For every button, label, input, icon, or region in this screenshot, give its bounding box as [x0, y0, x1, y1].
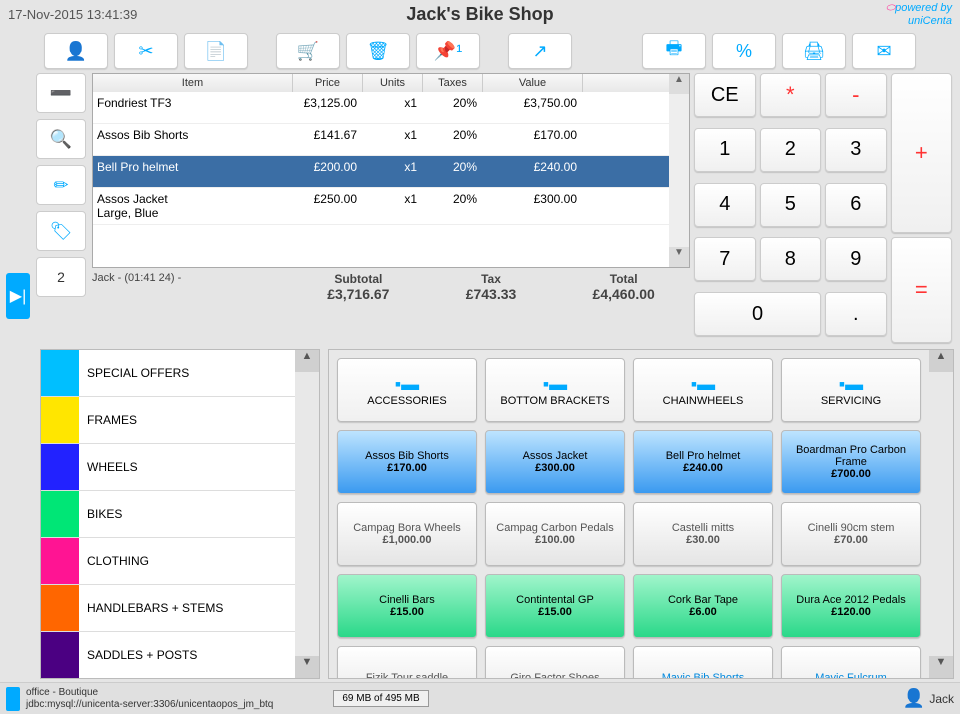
- toolbar-right-button-1[interactable]: %: [712, 33, 776, 69]
- key-6[interactable]: 6: [825, 183, 887, 227]
- toolbar-button-6[interactable]: ↗: [508, 33, 572, 69]
- key-1[interactable]: 1: [694, 128, 756, 172]
- subcategory-button[interactable]: ▪▬BOTTOM BRACKETS: [485, 358, 625, 422]
- product-button[interactable]: Giro Factor Shoes: [485, 646, 625, 678]
- tax-value: £743.33: [425, 286, 558, 302]
- username: Jack: [929, 692, 954, 706]
- key-0[interactable]: 0: [694, 292, 821, 336]
- key-3[interactable]: 3: [825, 128, 887, 172]
- product-button[interactable]: Contintental GP£15.00: [485, 574, 625, 638]
- category-item[interactable]: WHEELS: [41, 444, 295, 491]
- product-button[interactable]: Dura Ace 2012 Pedals£120.00: [781, 574, 921, 638]
- connection-string: jdbc:mysql://unicenta-server:3306/unicen…: [26, 699, 273, 711]
- side-button-3[interactable]: 🏷: [36, 211, 86, 251]
- toolbar-button-4[interactable]: 🗑: [346, 33, 410, 69]
- product-button[interactable]: Assos Bib Shorts£170.00: [337, 430, 477, 494]
- subtotal-value: £3,716.67: [292, 286, 425, 302]
- timestamp: 17-Nov-2015 13:41:39: [8, 7, 137, 22]
- product-scrollbar[interactable]: ▲ ▼: [929, 350, 953, 678]
- powered-by: ⬭powered byuniCenta: [886, 2, 952, 27]
- category-item[interactable]: BIKES: [41, 491, 295, 538]
- top-toolbar: 👤✂📄 🛒🗑📌¹ ↗ 🖶%🖨✉: [0, 29, 960, 73]
- key-ce[interactable]: CE: [694, 73, 756, 117]
- scroll-up-icon[interactable]: ▲: [295, 350, 319, 372]
- cart-row[interactable]: Bell Pro helmet£200.00x120%£240.00: [93, 156, 669, 188]
- category-item[interactable]: HANDLEBARS + STEMS: [41, 585, 295, 632]
- tax-label: Tax: [425, 272, 558, 286]
- key-2[interactable]: 2: [760, 128, 822, 172]
- side-button-4[interactable]: 2: [36, 257, 86, 297]
- toolbar-button-3[interactable]: 🛒: [276, 33, 340, 69]
- key-5[interactable]: 5: [760, 183, 822, 227]
- key-9[interactable]: 9: [825, 237, 887, 281]
- key-plus[interactable]: +: [891, 73, 953, 233]
- product-button[interactable]: Campag Bora Wheels£1,000.00: [337, 502, 477, 566]
- category-item[interactable]: CLOTHING: [41, 538, 295, 585]
- subcategory-button[interactable]: ▪▬ACCESSORIES: [337, 358, 477, 422]
- key-equals[interactable]: =: [891, 237, 953, 343]
- side-button-0[interactable]: ➖: [36, 73, 86, 113]
- toolbar-button-2[interactable]: 📄: [184, 33, 248, 69]
- cart-header: Item Price Units Taxes Value: [93, 74, 669, 92]
- category-item[interactable]: SADDLES + POSTS: [41, 632, 295, 678]
- side-button-1[interactable]: 🔍: [36, 119, 86, 159]
- shop-title: Jack's Bike Shop: [406, 4, 553, 25]
- keypad: CE * - + 1 2 3 4 5 6 7 8 9 = 0 .: [690, 73, 960, 343]
- database-icon: [6, 687, 20, 711]
- total-label: Total: [557, 272, 690, 286]
- product-button[interactable]: Cork Bar Tape£6.00: [633, 574, 773, 638]
- cart-scrollbar[interactable]: ▲ ▼: [669, 74, 689, 267]
- product-button[interactable]: Mavic Fulcrum: [781, 646, 921, 678]
- product-button[interactable]: Assos Jacket£300.00: [485, 430, 625, 494]
- product-button[interactable]: Bell Pro helmet£240.00: [633, 430, 773, 494]
- subcategory-button[interactable]: ▪▬SERVICING: [781, 358, 921, 422]
- key-star[interactable]: *: [760, 73, 822, 117]
- toolbar-right-button-2[interactable]: 🖨: [782, 33, 846, 69]
- product-button[interactable]: Mavic Bib Shorts: [633, 646, 773, 678]
- toolbar-button-0[interactable]: 👤: [44, 33, 108, 69]
- product-button[interactable]: Cinelli Bars£15.00: [337, 574, 477, 638]
- scroll-down-icon[interactable]: ▼: [295, 656, 319, 678]
- side-button-2[interactable]: ✏: [36, 165, 86, 205]
- location-label: office - Boutique: [26, 687, 273, 699]
- category-item[interactable]: FRAMES: [41, 397, 295, 444]
- toolbar-right-button-3[interactable]: ✉: [852, 33, 916, 69]
- category-item[interactable]: SPECIAL OFFERS: [41, 350, 295, 397]
- product-button[interactable]: Fizik Tour saddle: [337, 646, 477, 678]
- scroll-up-icon[interactable]: ▲: [929, 350, 953, 372]
- subtotal-label: Subtotal: [292, 272, 425, 286]
- key-8[interactable]: 8: [760, 237, 822, 281]
- product-button[interactable]: Boardman Pro Carbon Frame£700.00: [781, 430, 921, 494]
- toolbar-right-button-0[interactable]: 🖶: [642, 33, 706, 69]
- scroll-up-icon[interactable]: ▲: [669, 74, 689, 94]
- cart-info: Jack - (01:41 24) -: [92, 272, 292, 302]
- toolbar-button-5[interactable]: 📌¹: [416, 33, 480, 69]
- product-button[interactable]: Cinelli 90cm stem£70.00: [781, 502, 921, 566]
- scroll-down-icon[interactable]: ▼: [929, 656, 953, 678]
- product-button[interactable]: Campag Carbon Pedals£100.00: [485, 502, 625, 566]
- key-7[interactable]: 7: [694, 237, 756, 281]
- total-value: £4,460.00: [557, 286, 690, 302]
- edge-expand-button[interactable]: ▶|: [6, 273, 30, 319]
- user-icon: 👤: [903, 688, 925, 709]
- key-4[interactable]: 4: [694, 183, 756, 227]
- cart-row[interactable]: Assos JacketLarge, Blue£250.00x120%£300.…: [93, 188, 669, 225]
- status-bar: office - Boutique jdbc:mysql://unicenta-…: [0, 682, 960, 714]
- key-dot[interactable]: .: [825, 292, 887, 336]
- cart-row[interactable]: Assos Bib Shorts£141.67x120%£170.00: [93, 124, 669, 156]
- subcategory-button[interactable]: ▪▬CHAINWHEELS: [633, 358, 773, 422]
- toolbar-button-1[interactable]: ✂: [114, 33, 178, 69]
- key-minus[interactable]: -: [825, 73, 887, 117]
- scroll-down-icon[interactable]: ▼: [669, 247, 689, 267]
- product-button[interactable]: Castelli mitts£30.00: [633, 502, 773, 566]
- category-scrollbar[interactable]: ▲ ▼: [295, 350, 319, 678]
- cart-row[interactable]: Fondriest TF3£3,125.00x120%£3,750.00: [93, 92, 669, 124]
- memory-status: 69 MB of 495 MB: [333, 690, 428, 707]
